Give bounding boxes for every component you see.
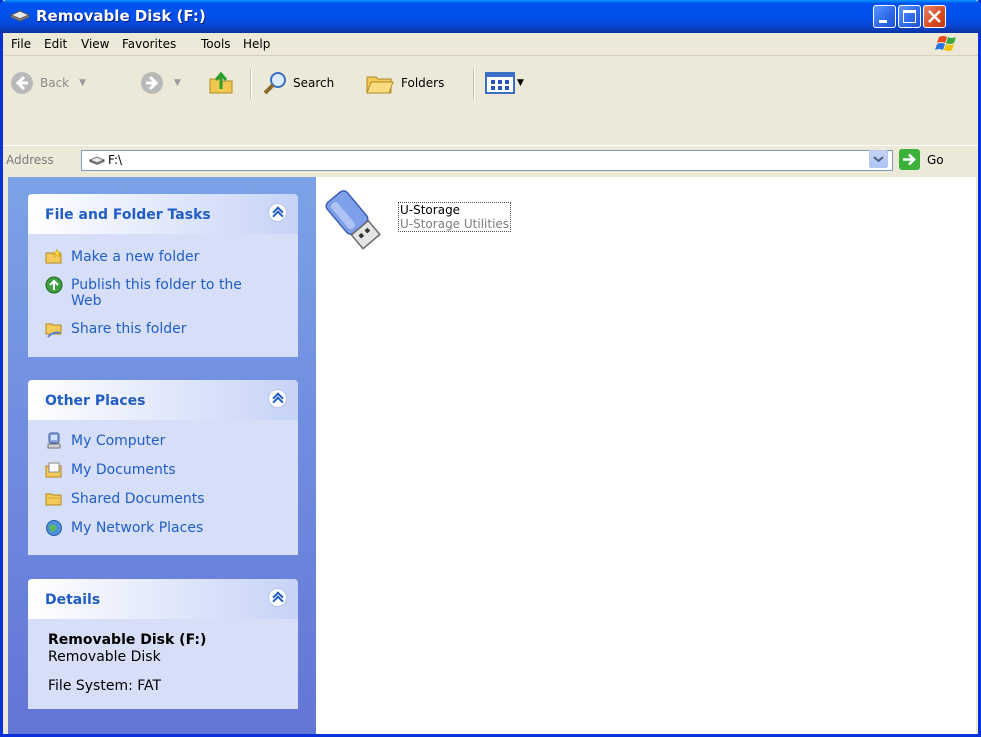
- other-places-header[interactable]: Other Places: [28, 380, 298, 420]
- details-name: Removable Disk (F:): [48, 632, 207, 648]
- removable-disk-icon: [9, 10, 31, 22]
- title-bar[interactable]: Removable Disk (F:): [0, 0, 981, 33]
- search-button[interactable]: Search: [261, 62, 334, 104]
- collapse-chevron-icon[interactable]: [268, 203, 287, 222]
- close-button[interactable]: [923, 5, 946, 28]
- back-button[interactable]: Back ▼: [10, 62, 86, 104]
- file-subtitle: U-Storage Utilities: [400, 217, 510, 231]
- folders-button[interactable]: Folders: [365, 62, 444, 104]
- minimize-icon: [879, 20, 887, 23]
- toolbar-separator: [473, 69, 475, 99]
- forward-button[interactable]: ▼: [140, 62, 181, 104]
- menu-favorites[interactable]: Favorites: [122, 37, 176, 51]
- go-arrow-icon: [899, 149, 920, 170]
- file-item-u-storage[interactable]: U-Storage U-Storage Utilities: [320, 185, 580, 255]
- new-folder-icon: [45, 248, 62, 264]
- publish-folder-label: Publish this folder to the Web: [71, 277, 242, 309]
- details-panel: Details Removable Disk (F:) Removable Di…: [28, 579, 298, 709]
- menu-help[interactable]: Help: [243, 37, 270, 51]
- network-globe-icon: [46, 520, 62, 536]
- chevron-down-icon: [873, 156, 884, 163]
- toolbar: Back ▼ ▼ Search Folders ▼: [3, 56, 978, 145]
- back-label: Back: [40, 76, 70, 90]
- publish-web-icon: [45, 276, 63, 294]
- removable-disk-icon: [89, 156, 105, 165]
- menu-bar: File Edit View Favorites Tools Help: [3, 33, 978, 56]
- windows-logo-icon: [935, 36, 956, 51]
- window-title: Removable Disk (F:): [36, 7, 206, 25]
- make-new-folder-link[interactable]: Make a new folder: [45, 248, 200, 266]
- file-folder-tasks-panel: File and Folder Tasks Make a new folder …: [28, 194, 298, 357]
- up-folder-icon: [209, 71, 233, 94]
- my-computer-label: My Computer: [71, 433, 166, 449]
- shared-documents-link[interactable]: Shared Documents: [45, 491, 205, 508]
- my-network-places-label: My Network Places: [71, 520, 204, 536]
- file-folder-tasks-header[interactable]: File and Folder Tasks: [28, 194, 298, 234]
- publish-folder-link[interactable]: Publish this folder to the Web: [45, 276, 242, 309]
- my-computer-icon: [47, 432, 61, 449]
- details-filesystem: File System: FAT: [48, 678, 162, 694]
- shared-documents-label: Shared Documents: [71, 491, 205, 507]
- forward-dropdown-icon: ▼: [174, 78, 181, 88]
- other-places-title: Other Places: [45, 393, 146, 409]
- task-pane: File and Folder Tasks Make a new folder …: [8, 177, 316, 734]
- go-label: Go: [927, 152, 944, 167]
- views-grid-icon: [485, 72, 515, 94]
- details-title: Details: [45, 592, 101, 608]
- collapse-chevron-icon[interactable]: [268, 389, 287, 408]
- address-input[interactable]: F:\: [81, 150, 893, 171]
- views-dropdown-icon: ▼: [517, 78, 524, 88]
- go-button[interactable]: Go: [899, 149, 944, 170]
- search-label: Search: [293, 76, 335, 90]
- folders-label: Folders: [401, 76, 445, 90]
- up-folder-button[interactable]: [207, 62, 235, 104]
- details-header[interactable]: Details: [28, 579, 298, 619]
- make-new-folder-label: Make a new folder: [71, 249, 200, 265]
- my-documents-icon: [45, 462, 62, 478]
- minimize-button[interactable]: [873, 5, 896, 28]
- share-folder-link[interactable]: Share this folder: [45, 321, 187, 338]
- address-value: F:\: [108, 153, 123, 167]
- file-item-label: U-Storage U-Storage Utilities: [398, 202, 512, 232]
- address-label: Address: [6, 153, 54, 167]
- forward-arrow-icon: [141, 72, 163, 94]
- maximize-icon: [903, 10, 916, 23]
- menu-file[interactable]: File: [11, 37, 31, 51]
- menu-tools[interactable]: Tools: [201, 37, 231, 51]
- menu-view[interactable]: View: [81, 37, 109, 51]
- back-arrow-icon: [11, 72, 33, 94]
- maximize-button[interactable]: [898, 5, 921, 28]
- shared-documents-icon: [45, 493, 62, 506]
- usb-drive-icon: [325, 190, 381, 250]
- collapse-chevron-icon[interactable]: [268, 588, 287, 607]
- search-icon: [263, 72, 286, 95]
- address-dropdown-button[interactable]: [869, 150, 888, 168]
- my-documents-label: My Documents: [71, 462, 176, 478]
- details-type: Removable Disk: [48, 649, 161, 665]
- my-computer-link[interactable]: My Computer: [45, 432, 166, 450]
- close-icon: [928, 10, 941, 23]
- views-button[interactable]: ▼: [485, 62, 524, 104]
- my-documents-link[interactable]: My Documents: [45, 462, 176, 479]
- back-dropdown-icon: ▼: [79, 78, 87, 88]
- address-bar: Address F:\: [3, 145, 978, 176]
- share-folder-label: Share this folder: [71, 321, 187, 337]
- folders-icon: [366, 76, 394, 94]
- other-places-panel: Other Places My Computer My Documents Sh: [28, 380, 298, 555]
- menu-edit[interactable]: Edit: [44, 37, 67, 51]
- share-folder-icon: [45, 323, 62, 338]
- file-folder-tasks-title: File and Folder Tasks: [45, 207, 211, 223]
- file-name: U-Storage: [400, 203, 461, 217]
- my-network-places-link[interactable]: My Network Places: [45, 520, 203, 537]
- toolbar-separator: [250, 69, 252, 99]
